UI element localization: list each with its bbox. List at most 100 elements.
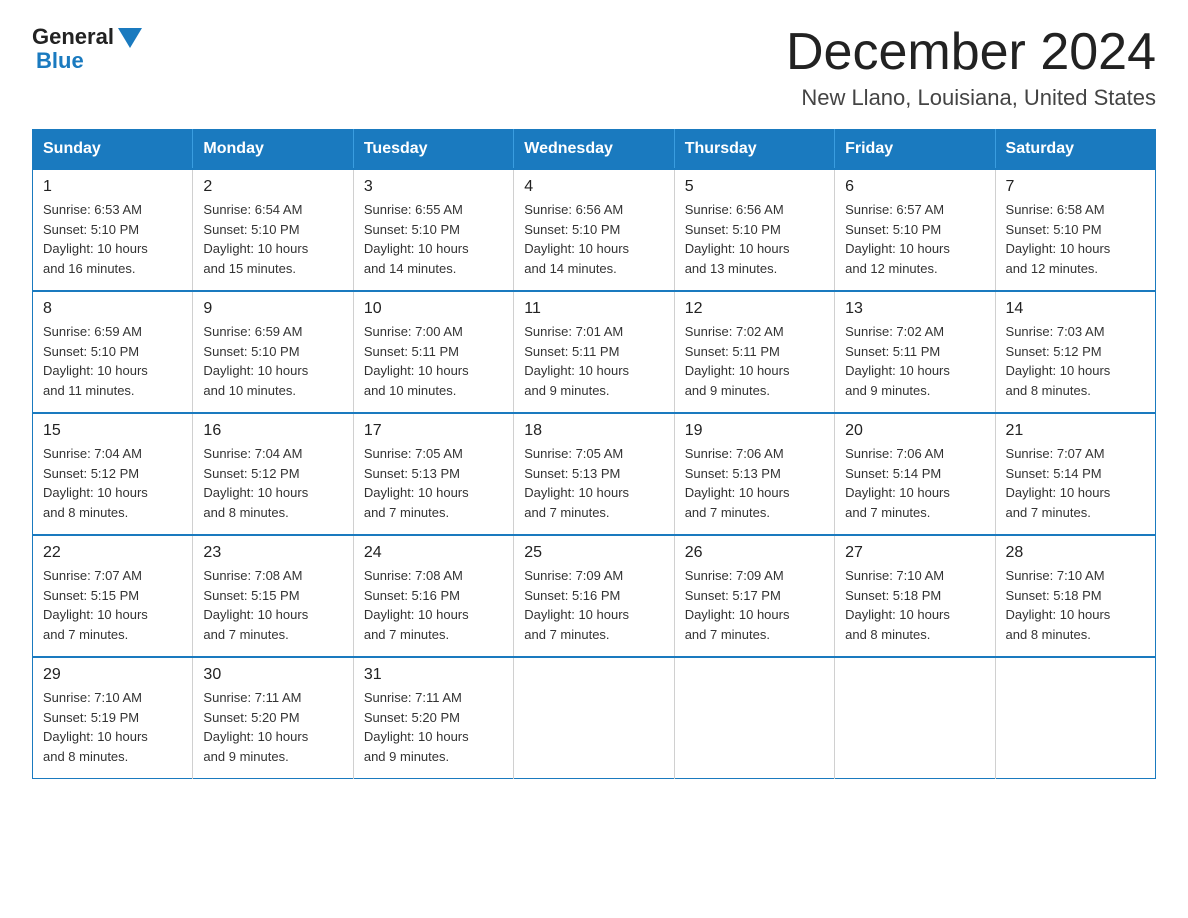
day-number: 19 (685, 422, 824, 440)
day-info: Sunrise: 7:04 AMSunset: 5:12 PMDaylight:… (203, 444, 342, 522)
day-number: 4 (524, 178, 663, 196)
calendar-day-cell: 18 Sunrise: 7:05 AMSunset: 5:13 PMDayligh… (514, 413, 674, 535)
weekday-header-friday: Friday (835, 130, 995, 170)
calendar-day-cell: 23 Sunrise: 7:08 AMSunset: 5:15 PMDayligh… (193, 535, 353, 657)
day-info: Sunrise: 6:53 AMSunset: 5:10 PMDaylight:… (43, 200, 182, 278)
calendar-day-cell: 7 Sunrise: 6:58 AMSunset: 5:10 PMDaylight… (995, 169, 1155, 291)
weekday-header-monday: Monday (193, 130, 353, 170)
calendar-day-cell: 17Sunrise: 7:05 AMSunset: 5:13 PMDayligh… (353, 413, 513, 535)
day-info: Sunrise: 7:10 AMSunset: 5:18 PMDaylight:… (845, 566, 984, 644)
day-info: Sunrise: 6:57 AMSunset: 5:10 PMDaylight:… (845, 200, 984, 278)
day-info: Sunrise: 7:02 AMSunset: 5:11 PMDaylight:… (685, 322, 824, 400)
day-info: Sunrise: 7:06 AMSunset: 5:13 PMDaylight:… (685, 444, 824, 522)
logo-general-text: General (32, 24, 114, 50)
calendar-day-cell: 19 Sunrise: 7:06 AMSunset: 5:13 PMDayligh… (674, 413, 834, 535)
day-number: 8 (43, 300, 182, 318)
day-info: Sunrise: 7:00 AMSunset: 5:11 PMDaylight:… (364, 322, 503, 400)
calendar-day-cell: 9 Sunrise: 6:59 AMSunset: 5:10 PMDaylight… (193, 291, 353, 413)
day-number: 31 (364, 666, 503, 684)
calendar-day-cell: 11 Sunrise: 7:01 AMSunset: 5:11 PMDayligh… (514, 291, 674, 413)
day-number: 26 (685, 544, 824, 562)
calendar-week-row: 8 Sunrise: 6:59 AMSunset: 5:10 PMDaylight… (33, 291, 1156, 413)
day-number: 2 (203, 178, 342, 196)
day-number: 3 (364, 178, 503, 196)
day-info: Sunrise: 7:11 AMSunset: 5:20 PMDaylight:… (364, 688, 503, 766)
calendar-week-row: 22Sunrise: 7:07 AMSunset: 5:15 PMDayligh… (33, 535, 1156, 657)
calendar-day-cell: 15Sunrise: 7:04 AMSunset: 5:12 PMDayligh… (33, 413, 193, 535)
day-info: Sunrise: 7:08 AMSunset: 5:16 PMDaylight:… (364, 566, 503, 644)
day-number: 9 (203, 300, 342, 318)
calendar-day-cell: 8Sunrise: 6:59 AMSunset: 5:10 PMDaylight… (33, 291, 193, 413)
calendar-day-cell: 13Sunrise: 7:02 AMSunset: 5:11 PMDayligh… (835, 291, 995, 413)
calendar-day-cell: 25 Sunrise: 7:09 AMSunset: 5:16 PMDayligh… (514, 535, 674, 657)
logo: General Blue (32, 24, 142, 74)
day-number: 7 (1006, 178, 1145, 196)
calendar-day-cell: 6Sunrise: 6:57 AMSunset: 5:10 PMDaylight… (835, 169, 995, 291)
day-info: Sunrise: 7:09 AMSunset: 5:17 PMDaylight:… (685, 566, 824, 644)
empty-day-cell (674, 657, 834, 779)
day-number: 5 (685, 178, 824, 196)
calendar-day-cell: 16Sunrise: 7:04 AMSunset: 5:12 PMDayligh… (193, 413, 353, 535)
calendar-day-cell: 27Sunrise: 7:10 AMSunset: 5:18 PMDayligh… (835, 535, 995, 657)
main-title: December 2024 (786, 24, 1156, 81)
day-info: Sunrise: 7:11 AMSunset: 5:20 PMDaylight:… (203, 688, 342, 766)
day-number: 30 (203, 666, 342, 684)
day-info: Sunrise: 7:05 AMSunset: 5:13 PMDaylight:… (524, 444, 663, 522)
day-info: Sunrise: 6:58 AMSunset: 5:10 PMDaylight:… (1006, 200, 1145, 278)
day-info: Sunrise: 7:03 AMSunset: 5:12 PMDaylight:… (1006, 322, 1145, 400)
day-number: 15 (43, 422, 182, 440)
weekday-header-tuesday: Tuesday (353, 130, 513, 170)
subtitle: New Llano, Louisiana, United States (786, 85, 1156, 111)
day-number: 25 (524, 544, 663, 562)
day-number: 11 (524, 300, 663, 318)
day-info: Sunrise: 7:07 AMSunset: 5:14 PMDaylight:… (1006, 444, 1145, 522)
day-info: Sunrise: 7:05 AMSunset: 5:13 PMDaylight:… (364, 444, 503, 522)
calendar-day-cell: 3Sunrise: 6:55 AMSunset: 5:10 PMDaylight… (353, 169, 513, 291)
calendar-day-cell: 29Sunrise: 7:10 AMSunset: 5:19 PMDayligh… (33, 657, 193, 779)
logo-triangle-icon (118, 28, 142, 48)
day-info: Sunrise: 6:56 AMSunset: 5:10 PMDaylight:… (524, 200, 663, 278)
day-info: Sunrise: 7:08 AMSunset: 5:15 PMDaylight:… (203, 566, 342, 644)
empty-day-cell (995, 657, 1155, 779)
weekday-header-saturday: Saturday (995, 130, 1155, 170)
day-info: Sunrise: 7:10 AMSunset: 5:18 PMDaylight:… (1006, 566, 1145, 644)
calendar-table: SundayMondayTuesdayWednesdayThursdayFrid… (32, 129, 1156, 779)
weekday-header-thursday: Thursday (674, 130, 834, 170)
calendar-day-cell: 28 Sunrise: 7:10 AMSunset: 5:18 PMDayligh… (995, 535, 1155, 657)
calendar-day-cell: 10Sunrise: 7:00 AMSunset: 5:11 PMDayligh… (353, 291, 513, 413)
calendar-day-cell: 24 Sunrise: 7:08 AMSunset: 5:16 PMDayligh… (353, 535, 513, 657)
title-section: December 2024 New Llano, Louisiana, Unit… (786, 24, 1156, 111)
day-number: 23 (203, 544, 342, 562)
day-number: 21 (1006, 422, 1145, 440)
day-number: 14 (1006, 300, 1145, 318)
day-number: 18 (524, 422, 663, 440)
day-info: Sunrise: 7:09 AMSunset: 5:16 PMDaylight:… (524, 566, 663, 644)
day-number: 13 (845, 300, 984, 318)
weekday-header-wednesday: Wednesday (514, 130, 674, 170)
calendar-day-cell: 2Sunrise: 6:54 AMSunset: 5:10 PMDaylight… (193, 169, 353, 291)
calendar-day-cell: 22Sunrise: 7:07 AMSunset: 5:15 PMDayligh… (33, 535, 193, 657)
calendar-day-cell: 26 Sunrise: 7:09 AMSunset: 5:17 PMDayligh… (674, 535, 834, 657)
calendar-day-cell: 4 Sunrise: 6:56 AMSunset: 5:10 PMDaylight… (514, 169, 674, 291)
weekday-header-sunday: Sunday (33, 130, 193, 170)
calendar-week-row: 15 Sunrise: 7:04 AMSunset: 5:12 PMDayligh… (33, 413, 1156, 535)
day-number: 28 (1006, 544, 1145, 562)
calendar-day-cell: 20 Sunrise: 7:06 AMSunset: 5:14 PMDayligh… (835, 413, 995, 535)
calendar-day-cell: 14 Sunrise: 7:03 AMSunset: 5:12 PMDayligh… (995, 291, 1155, 413)
day-number: 22 (43, 544, 182, 562)
logo-blue-text: Blue (36, 48, 84, 74)
day-number: 29 (43, 666, 182, 684)
day-number: 12 (685, 300, 824, 318)
day-info: Sunrise: 6:59 AMSunset: 5:10 PMDaylight:… (203, 322, 342, 400)
day-number: 24 (364, 544, 503, 562)
calendar-day-cell: 31 Sunrise: 7:11 AMSunset: 5:20 PMDayligh… (353, 657, 513, 779)
day-info: Sunrise: 7:01 AMSunset: 5:11 PMDaylight:… (524, 322, 663, 400)
calendar-day-cell: 5 Sunrise: 6:56 AMSunset: 5:10 PMDaylight… (674, 169, 834, 291)
day-info: Sunrise: 7:06 AMSunset: 5:14 PMDaylight:… (845, 444, 984, 522)
day-info: Sunrise: 6:56 AMSunset: 5:10 PMDaylight:… (685, 200, 824, 278)
calendar-day-cell: 30 Sunrise: 7:11 AMSunset: 5:20 PMDayligh… (193, 657, 353, 779)
day-number: 1 (43, 178, 182, 196)
day-number: 20 (845, 422, 984, 440)
calendar-week-row: 29Sunrise: 7:10 AMSunset: 5:19 PMDayligh… (33, 657, 1156, 779)
empty-day-cell (514, 657, 674, 779)
